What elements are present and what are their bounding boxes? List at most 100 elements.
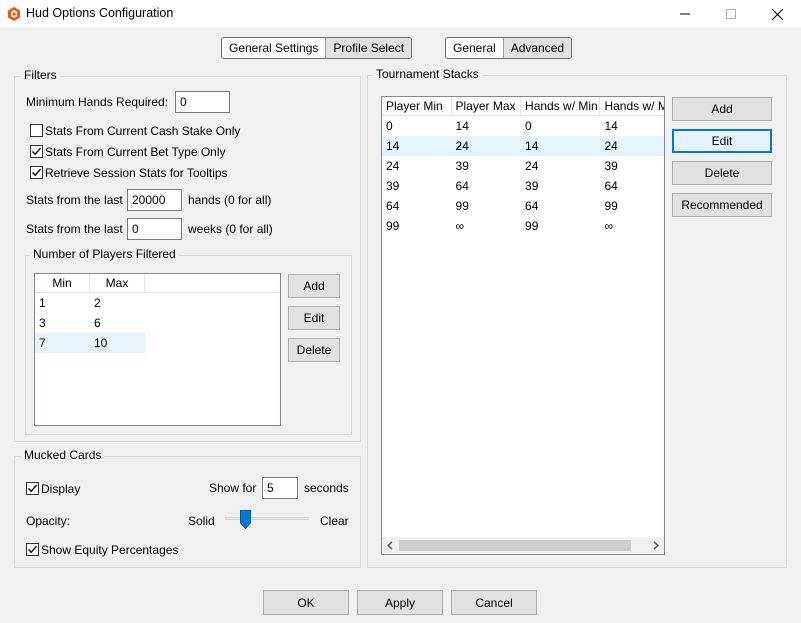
tournament-stacks-list[interactable]: Player Min Player Max Hands w/ Min Hands… xyxy=(381,96,665,555)
list-item[interactable]: 36 xyxy=(35,313,280,333)
column-header-hands-min[interactable]: Hands w/ Min xyxy=(521,97,601,115)
checkmark-icon xyxy=(28,545,38,554)
maximize-icon xyxy=(726,9,736,19)
close-button[interactable] xyxy=(754,0,800,28)
filters-group-label: Filters xyxy=(21,68,60,82)
column-header-hands-max[interactable]: Hands w/ M xyxy=(600,97,664,115)
table-row[interactable]: 99 ∞ 99 ∞ xyxy=(382,216,664,236)
show-for-input[interactable]: 5 xyxy=(262,477,298,499)
table-row[interactable]: 64 99 64 99 xyxy=(382,196,664,216)
tournament-stacks-label: Tournament Stacks xyxy=(373,67,482,81)
table-cell: 99 xyxy=(386,219,400,233)
tournament-add-button[interactable]: Add xyxy=(672,97,772,121)
players-filtered-list[interactable]: Min Max 1 2 3 6 7 10 xyxy=(34,273,281,426)
close-icon xyxy=(771,8,783,20)
seconds-label: seconds xyxy=(304,481,349,495)
horizontal-scrollbar[interactable] xyxy=(382,537,664,554)
checkmark-icon xyxy=(28,484,38,493)
min-cell: 1 xyxy=(39,296,46,310)
scrollbar-thumb[interactable] xyxy=(399,540,631,551)
table-cell: 14 xyxy=(455,119,469,133)
weeks-prefix-label: Stats from the last xyxy=(26,222,123,236)
list-item[interactable]: 7 10 xyxy=(35,333,280,353)
minimize-icon xyxy=(680,13,690,15)
min-hands-label: Minimum Hands Required: xyxy=(26,95,169,109)
cancel-button[interactable]: Cancel xyxy=(451,590,537,615)
tournament-list-header: Player Min Player Max Hands w/ Min Hands… xyxy=(382,97,664,116)
hands-suffix-label: hands (0 for all) xyxy=(188,193,272,207)
tab-advanced[interactable]: Advanced xyxy=(503,38,572,58)
table-cell: 39 xyxy=(386,179,400,193)
window-title: Hud Options Configuration xyxy=(26,6,174,20)
bet-type-checkbox[interactable] xyxy=(30,145,43,158)
table-row[interactable]: 14 24 14 24 xyxy=(382,136,664,156)
clear-label: Clear xyxy=(320,514,349,528)
table-cell: 64 xyxy=(455,179,469,193)
display-label: Display xyxy=(41,482,81,496)
session-stats-label: Retrieve Session Stats for Tooltips xyxy=(45,166,228,180)
cash-stake-label: Stats From Current Cash Stake Only xyxy=(45,124,241,138)
table-cell: 64 xyxy=(604,179,618,193)
checkmark-icon xyxy=(32,168,42,177)
mode-tab-group: General Advanced xyxy=(445,37,573,59)
table-cell: 24 xyxy=(386,159,400,173)
table-cell: 14 xyxy=(386,139,400,153)
maximize-button[interactable] xyxy=(708,0,754,28)
column-header-min[interactable]: Min xyxy=(35,274,90,292)
table-cell: 24 xyxy=(604,139,618,153)
equity-label: Show Equity Percentages xyxy=(41,543,179,557)
players-edit-button[interactable]: Edit xyxy=(288,306,340,330)
table-cell: 99 xyxy=(604,199,618,213)
table-row[interactable]: 24 39 24 39 xyxy=(382,156,664,176)
ok-button[interactable]: OK xyxy=(263,590,349,615)
players-delete-button[interactable]: Delete xyxy=(288,338,340,362)
tournament-delete-button[interactable]: Delete xyxy=(672,161,772,185)
table-cell: 99 xyxy=(455,199,469,213)
table-cell: ∞ xyxy=(604,219,614,233)
opacity-slider-track[interactable] xyxy=(225,517,309,520)
table-cell: 39 xyxy=(525,179,539,193)
table-cell: 99 xyxy=(525,219,539,233)
min-cell: 3 xyxy=(39,316,46,330)
display-checkbox[interactable] xyxy=(26,482,39,495)
weeks-suffix-label: weeks (0 for all) xyxy=(188,222,273,236)
table-cell: 24 xyxy=(455,139,469,153)
weeks-count-input[interactable]: 0 xyxy=(127,218,182,240)
tournament-edit-button[interactable]: Edit xyxy=(672,129,772,153)
session-stats-checkbox[interactable] xyxy=(30,166,43,179)
mucked-cards-label: Mucked Cards xyxy=(21,448,105,462)
table-cell: 0 xyxy=(525,119,532,133)
column-header-player-max[interactable]: Player Max xyxy=(452,97,522,115)
players-add-button[interactable]: Add xyxy=(288,274,340,298)
table-row[interactable]: 0 14 0 14 xyxy=(382,116,664,136)
min-cell: 7 xyxy=(35,333,90,353)
max-cell: 10 xyxy=(90,333,145,353)
solid-label: Solid xyxy=(188,514,215,528)
tab-general-settings[interactable]: General Settings xyxy=(222,38,327,58)
cash-stake-checkbox[interactable] xyxy=(30,124,43,137)
settings-tab-group: General Settings Profile Select xyxy=(221,37,413,59)
column-header-max[interactable]: Max xyxy=(90,274,145,292)
table-cell: 64 xyxy=(525,199,539,213)
table-cell: 0 xyxy=(386,119,393,133)
bet-type-label: Stats From Current Bet Type Only xyxy=(45,145,226,159)
column-header-player-min[interactable]: Player Min xyxy=(382,97,452,115)
apply-button[interactable]: Apply xyxy=(357,590,443,615)
hands-prefix-label: Stats from the last xyxy=(26,193,123,207)
tab-profile-select[interactable]: Profile Select xyxy=(326,38,412,58)
table-row[interactable]: 39 64 39 64 xyxy=(382,176,664,196)
hands-count-input[interactable]: 20000 xyxy=(127,189,182,211)
min-hands-input[interactable]: 0 xyxy=(175,91,230,113)
table-cell: 14 xyxy=(525,139,539,153)
tab-general[interactable]: General xyxy=(446,38,504,58)
table-cell: 39 xyxy=(455,159,469,173)
list-item[interactable]: 12 xyxy=(35,293,280,313)
recommended-button[interactable]: Recommended xyxy=(672,193,772,217)
scroll-left-icon xyxy=(386,541,393,550)
equity-checkbox[interactable] xyxy=(26,543,39,556)
checkmark-icon xyxy=(32,147,42,156)
max-cell: 2 xyxy=(94,296,101,310)
opacity-slider-thumb[interactable] xyxy=(240,510,252,530)
scroll-right-icon xyxy=(653,541,660,550)
minimize-button[interactable] xyxy=(662,0,708,28)
